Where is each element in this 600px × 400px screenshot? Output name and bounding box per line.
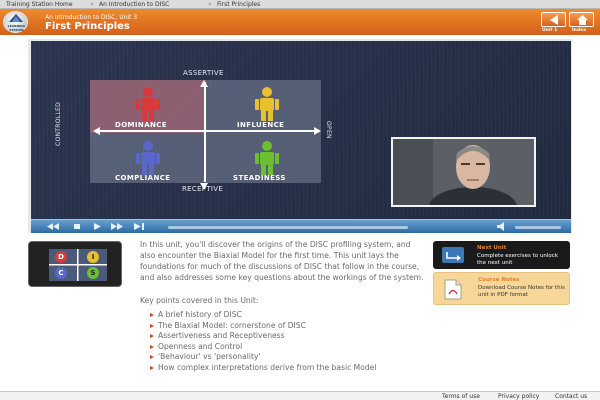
seek-bar[interactable] (168, 226, 408, 229)
presenter-webcam (391, 137, 536, 207)
influence-figure-icon (255, 87, 279, 121)
thumbnail-d-badge: D (55, 251, 67, 263)
logo-text: LEARNING STATION (7, 24, 26, 32)
unit-label: Unit 1 (542, 28, 558, 33)
axis-label-right: OPEN (325, 121, 332, 139)
index-label: Index (572, 28, 587, 33)
course-notes-panel[interactable]: Course Notes Download Course Notes for t… (433, 272, 570, 305)
compliance-figure-icon (136, 141, 160, 175)
privacy-policy-link[interactable]: Privacy policy (498, 392, 539, 400)
steadiness-figure-icon (255, 141, 279, 175)
dominance-figure-icon (136, 87, 160, 121)
contact-us-link[interactable]: Contact us (555, 392, 587, 400)
rewind-button[interactable] (45, 222, 61, 231)
unit-intro-text: In this unit, you'll discover the origin… (140, 240, 424, 282)
index-button[interactable] (569, 12, 594, 27)
compliance-label: COMPLIANCE (115, 174, 171, 182)
course-notes-description: Download Course Notes for this unit in P… (478, 285, 566, 298)
footer: Terms of use Privacy policy Contact us (0, 391, 600, 400)
presenter-image (393, 139, 534, 205)
next-unit-arrow-icon (442, 247, 464, 263)
learning-station-logo[interactable]: LEARNING STATION (3, 11, 28, 33)
header-bar: LEARNING STATION An Introduction to DISC… (0, 9, 600, 35)
breadcrumb: Training Station Home » An Introduction … (0, 0, 600, 9)
player-controls (31, 219, 571, 233)
influence-label: INFLUENCE (237, 121, 285, 129)
list-item: 'Behaviour' vs 'personality' (150, 352, 428, 363)
pdf-document-icon (444, 279, 462, 300)
stop-button[interactable] (69, 222, 85, 231)
back-arrow-icon (550, 15, 558, 25)
list-item: The Biaxial Model: cornerstone of DISC (150, 321, 428, 332)
course-subtitle: An Introduction to DISC, Unit 3 (45, 14, 138, 21)
axis-label-left: CONTROLLED (55, 101, 62, 146)
page-title: First Principles (45, 21, 130, 32)
dominance-label: DOMINANCE (115, 121, 167, 129)
list-item: Openness and Control (150, 342, 428, 353)
key-points-list: A brief history of DISC The Biaxial Mode… (150, 310, 428, 374)
breadcrumb-separator: » (90, 1, 94, 8)
disc-model-thumbnail[interactable]: D I C S (28, 241, 122, 287)
breadcrumb-home-link[interactable]: Training Station Home (6, 0, 73, 9)
thumbnail-s-badge: S (87, 267, 99, 279)
breadcrumb-separator: » (208, 1, 212, 8)
play-button[interactable] (89, 222, 105, 231)
list-item: A brief history of DISC (150, 310, 428, 321)
steadiness-label: STEADINESS (233, 174, 286, 182)
breadcrumb-course-link[interactable]: An Introduction to DISC (99, 0, 169, 9)
key-points-heading: Key points covered in this Unit: (140, 296, 259, 305)
volume-icon[interactable] (495, 222, 511, 231)
next-unit-title: Next Unit (477, 245, 507, 251)
previous-unit-button[interactable] (541, 12, 566, 27)
axis-label-top: ASSERTIVE (183, 69, 224, 77)
thumbnail-c-badge: C (55, 267, 67, 279)
next-unit-panel[interactable]: Next Unit Complete exercises to unlock t… (433, 241, 570, 269)
thumbnail-i-badge: I (87, 251, 99, 263)
breadcrumb-current: First Principles (217, 1, 261, 8)
volume-slider[interactable] (515, 226, 561, 229)
fast-forward-button[interactable] (109, 222, 125, 231)
next-unit-description: Complete exercises to unlock the next un… (477, 253, 558, 266)
list-item: How complex interpretations derive from … (150, 363, 428, 374)
home-icon (577, 15, 588, 25)
video-player[interactable]: ASSERTIVE RECEPTIVE CONTROLLED OPEN DOMI… (31, 41, 571, 219)
course-notes-title: Course Notes (478, 277, 520, 283)
next-chapter-button[interactable] (131, 222, 147, 231)
terms-of-use-link[interactable]: Terms of use (442, 392, 480, 400)
list-item: Assertiveness and Receptiveness (150, 331, 428, 342)
